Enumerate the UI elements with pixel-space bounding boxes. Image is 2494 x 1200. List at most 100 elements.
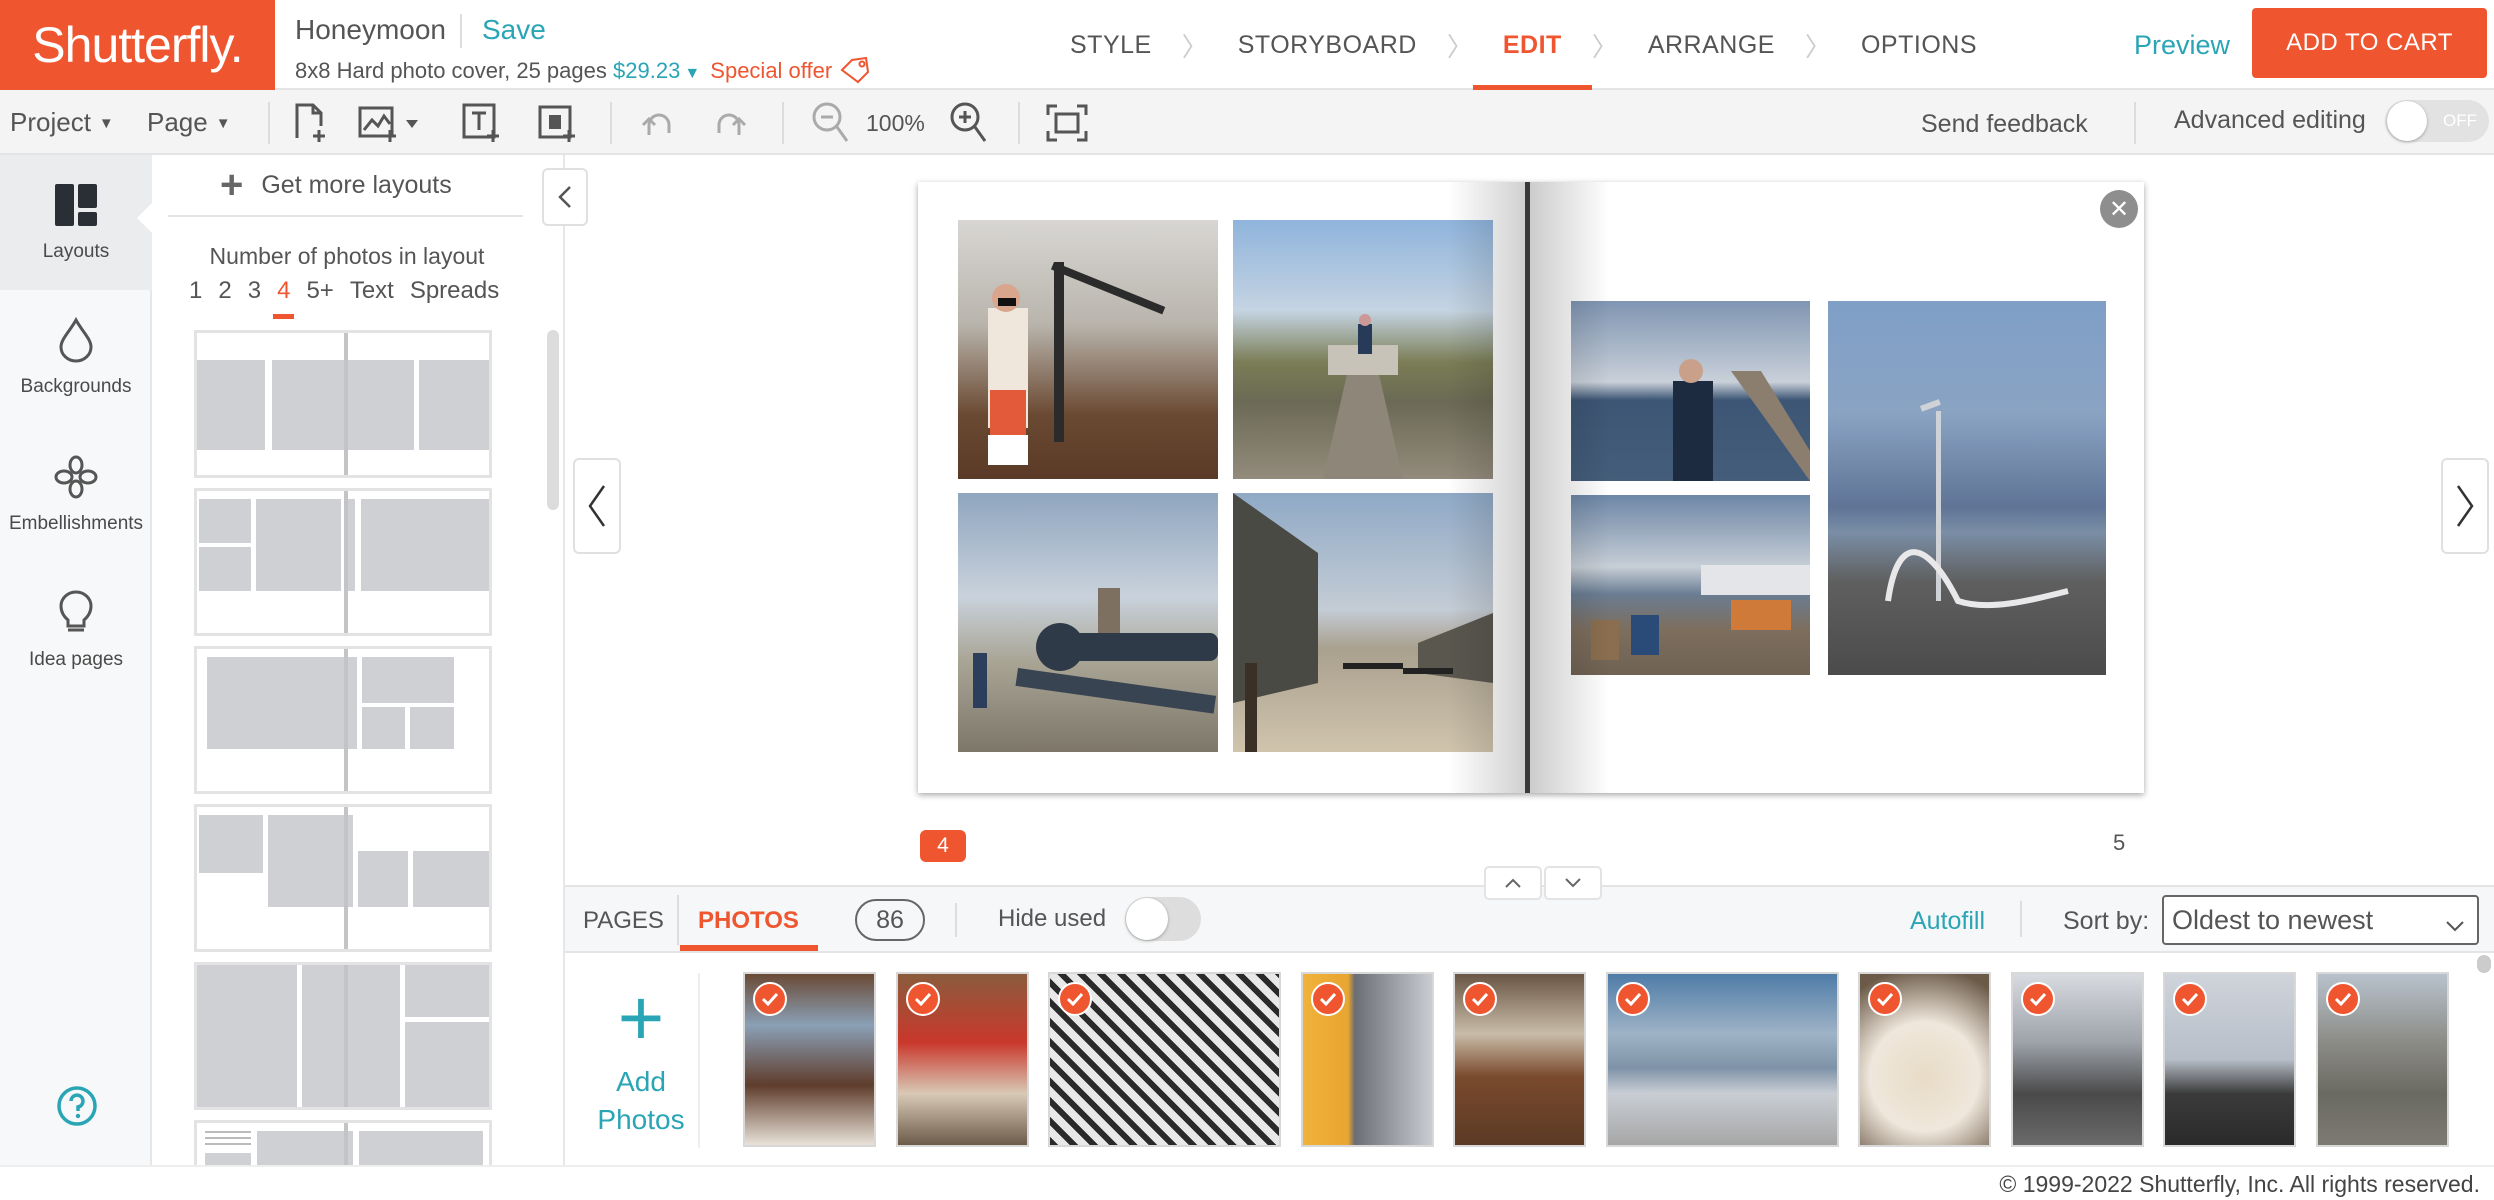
tray-toggle — [1484, 866, 1604, 900]
thumb-slot — [205, 1153, 251, 1165]
zoom-out-icon[interactable] — [808, 100, 854, 146]
chevron-down-icon — [2445, 909, 2465, 940]
get-more-layouts-button[interactable]: + Get more layouts — [220, 165, 452, 205]
project-title[interactable]: Honeymoon — [295, 14, 446, 46]
help-icon[interactable] — [56, 1085, 98, 1132]
spine-shadow-left — [1448, 182, 1525, 793]
undo-icon[interactable] — [636, 100, 682, 146]
layout-thumbnail[interactable] — [194, 330, 492, 478]
thumb-spine — [344, 965, 348, 1107]
tag-icon — [840, 56, 870, 90]
step-arrange[interactable]: ARRANGE — [1618, 0, 1805, 90]
photo-thumb[interactable] — [1048, 972, 1281, 1147]
thumb-slot — [268, 815, 353, 907]
autofill-link[interactable]: Autofill — [1910, 907, 1985, 936]
photo-museum-room[interactable] — [958, 220, 1218, 479]
check-icon — [1463, 982, 1497, 1016]
page-number-left[interactable]: 4 — [920, 830, 966, 862]
step-storyboard[interactable]: STORYBOARD — [1208, 0, 1447, 90]
photo-thumb[interactable] — [2011, 972, 2144, 1147]
add-page-icon[interactable] — [288, 100, 334, 146]
price-caret-icon[interactable]: ▼ — [684, 65, 700, 82]
save-link[interactable]: Save — [482, 14, 546, 46]
chevron-right-icon: 〉 — [1446, 31, 1473, 62]
step-edit[interactable]: EDIT — [1472, 0, 1592, 92]
toolbar-divider — [2134, 102, 2136, 144]
page-number-right[interactable]: 5 — [2113, 830, 2125, 856]
rail-label: Backgrounds — [20, 376, 132, 397]
step-options[interactable]: OPTIONS — [1831, 0, 2007, 90]
price[interactable]: $29.23 — [613, 58, 680, 83]
layout-thumbnail[interactable] — [194, 1120, 492, 1165]
redo-icon[interactable] — [706, 100, 752, 146]
filter-spreads[interactable]: Spreads — [410, 277, 499, 305]
copyright-text: © 1999-2022 Shutterfly, Inc. All rights … — [1999, 1171, 2480, 1197]
photo-thumb[interactable] — [896, 972, 1029, 1147]
thumb-text-line — [205, 1137, 251, 1139]
photo-thumb[interactable] — [2316, 972, 2449, 1147]
step-style[interactable]: STYLE — [1040, 0, 1182, 90]
thumb-slot — [358, 851, 408, 907]
rail-item-layouts[interactable]: Layouts — [0, 155, 152, 290]
shutterfly-logo[interactable]: Shutterfly. — [0, 0, 275, 90]
thumb-slot — [362, 707, 405, 749]
hide-used-toggle[interactable] — [1125, 897, 1201, 941]
check-icon — [2021, 982, 2055, 1016]
rail-item-idea-pages[interactable]: Idea pages — [0, 563, 152, 698]
special-offer-link[interactable]: Special offer — [710, 58, 832, 83]
layout-thumbnail[interactable] — [194, 962, 492, 1110]
add-photo-icon[interactable] — [354, 100, 424, 146]
filter-1[interactable]: 1 — [189, 277, 202, 305]
collapse-panel-button[interactable] — [542, 168, 588, 226]
add-to-cart-button[interactable]: ADD TO CART — [2252, 8, 2487, 78]
fit-screen-icon[interactable] — [1044, 100, 1090, 146]
filter-2[interactable]: 2 — [218, 277, 231, 305]
photo-thumb[interactable] — [2163, 972, 2296, 1147]
collapse-tray-button[interactable] — [1544, 866, 1602, 900]
rail-item-embellishments[interactable]: Embellishments — [0, 427, 152, 562]
editor-canvas: ✕ 4 5 — [565, 155, 2494, 885]
photo-thumb[interactable] — [1606, 972, 1839, 1147]
photo-thumb[interactable] — [1453, 972, 1586, 1147]
header: Shutterfly. Honeymoon Save 8x8 Hard phot… — [0, 0, 2494, 92]
previous-page-button[interactable] — [573, 458, 621, 554]
photo-thumb[interactable] — [1858, 972, 1991, 1147]
add-text-icon[interactable] — [458, 100, 504, 146]
add-embellishment-icon[interactable] — [534, 100, 580, 146]
filter-3[interactable]: 3 — [248, 277, 261, 305]
thumb-slot — [362, 657, 454, 703]
hide-used-label: Hide used — [998, 905, 1107, 932]
tab-pages[interactable]: PAGES — [583, 907, 664, 935]
expand-tray-button[interactable] — [1484, 866, 1542, 900]
photo-boardwalk-lamp[interactable] — [1828, 301, 2106, 675]
strip-scrollbar[interactable] — [2477, 955, 2491, 973]
advanced-editing-toggle[interactable]: OFF — [2385, 100, 2489, 142]
zoom-in-icon[interactable] — [946, 100, 992, 146]
layout-thumbnail[interactable] — [194, 804, 492, 952]
photo-thumb[interactable] — [1301, 972, 1434, 1147]
check-icon — [753, 982, 787, 1016]
photo-thumb[interactable] — [743, 972, 876, 1147]
layouts-scrollbar[interactable] — [547, 330, 559, 510]
tab-photos[interactable]: PHOTOS — [698, 907, 799, 935]
send-feedback-link[interactable]: Send feedback — [1921, 110, 2088, 139]
panel-divider — [168, 215, 523, 217]
next-page-button[interactable] — [2441, 458, 2489, 554]
photo-cannon-fort[interactable] — [958, 493, 1218, 752]
close-icon[interactable]: ✕ — [2100, 190, 2138, 228]
title-divider — [460, 14, 462, 48]
project-menu[interactable]: Project ▼ — [10, 107, 114, 138]
layout-thumbnail[interactable] — [194, 646, 492, 794]
toolbar-divider — [610, 102, 612, 144]
filter-4[interactable]: 4 — [272, 277, 295, 319]
sort-select[interactable]: Oldest to newest — [2162, 895, 2479, 945]
rail-item-backgrounds[interactable]: Backgrounds — [0, 290, 152, 425]
add-photos-button[interactable]: + Add Photos — [585, 978, 697, 1143]
filter-5-plus[interactable]: 5+ — [306, 277, 333, 305]
thumb-slot — [405, 1022, 489, 1107]
thumb-text-line — [205, 1131, 251, 1133]
preview-link[interactable]: Preview — [2134, 30, 2230, 61]
layout-thumbnail[interactable] — [194, 488, 492, 636]
page-menu[interactable]: Page ▼ — [147, 107, 231, 138]
filter-text[interactable]: Text — [350, 277, 394, 305]
